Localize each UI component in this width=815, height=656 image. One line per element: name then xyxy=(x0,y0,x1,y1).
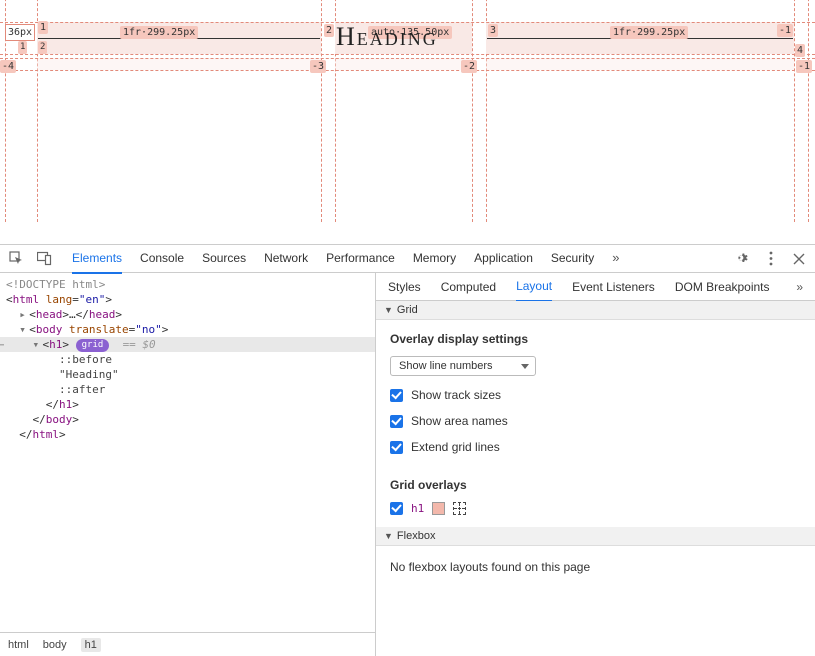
grid-settings-icon[interactable] xyxy=(453,502,466,515)
grid-col-line xyxy=(321,0,322,222)
track-label: 1fr·299.25px xyxy=(610,26,688,39)
line-num: 3 xyxy=(488,24,498,37)
flexbox-empty-msg: No flexbox layouts found on this page xyxy=(376,546,815,588)
side-tabs: Styles Computed Layout Event Listeners D… xyxy=(376,273,815,301)
side-tab-styles[interactable]: Styles xyxy=(388,273,421,301)
devtools: Elements Console Sources Network Perform… xyxy=(0,244,815,656)
side-pane: Styles Computed Layout Event Listeners D… xyxy=(376,273,815,656)
line-num: -1 xyxy=(777,24,793,37)
section-flexbox-header[interactable]: ▼ Flexbox xyxy=(376,527,815,546)
line-num: 1 xyxy=(38,21,48,34)
grid-col-highlight xyxy=(37,58,321,70)
section-grid-body: Overlay display settings Show line numbe… xyxy=(376,320,815,527)
track-size-box: 36px xyxy=(5,24,35,41)
devtools-toolbar: Elements Console Sources Network Perform… xyxy=(0,245,815,273)
check-show-track-sizes[interactable]: Show track sizes xyxy=(390,388,801,402)
line-num: 2 xyxy=(38,41,47,54)
tab-memory[interactable]: Memory xyxy=(413,244,456,273)
devtools-tabs: Elements Console Sources Network Perform… xyxy=(60,244,727,273)
tab-network[interactable]: Network xyxy=(264,244,308,273)
check-show-area-names[interactable]: Show area names xyxy=(390,414,801,428)
grid-col-line xyxy=(794,0,795,222)
tab-sources[interactable]: Sources xyxy=(202,244,246,273)
line-num: -4 xyxy=(0,60,16,73)
grid-badge[interactable]: grid xyxy=(76,339,110,352)
grid-row-line xyxy=(0,58,815,59)
check-extend-grid-lines[interactable]: Extend grid lines xyxy=(390,440,801,454)
breadcrumb-item[interactable]: h1 xyxy=(81,638,101,652)
tab-application[interactable]: Application xyxy=(474,244,533,273)
page-heading: Heading xyxy=(336,22,438,52)
tab-elements[interactable]: Elements xyxy=(72,244,122,274)
side-tabs-overflow-icon[interactable]: » xyxy=(796,273,803,301)
checkbox-checked-icon xyxy=(390,441,403,454)
gear-icon[interactable] xyxy=(731,247,755,271)
line-num: -1 xyxy=(796,60,812,73)
line-num: 1 xyxy=(18,41,27,54)
devtools-body: <!DOCTYPE html> <html lang="en"> ▸<head>… xyxy=(0,273,815,656)
dom-pane: <!DOCTYPE html> <html lang="en"> ▸<head>… xyxy=(0,273,376,656)
line-num: 4 xyxy=(795,44,805,57)
line-num: -3 xyxy=(310,60,326,73)
dom-doctype: <!DOCTYPE html> xyxy=(6,278,105,291)
grid-col-highlight xyxy=(486,58,794,70)
page-preview: 36px 1fr·299.25px auto·135.50px 1fr·299.… xyxy=(0,0,815,244)
close-icon[interactable] xyxy=(787,247,811,271)
breadcrumb-item[interactable]: html xyxy=(8,639,29,651)
line-num: 2 xyxy=(324,24,334,37)
checkbox-checked-icon xyxy=(390,502,403,515)
dom-tree[interactable]: <!DOCTYPE html> <html lang="en"> ▸<head>… xyxy=(0,273,375,632)
line-num: -2 xyxy=(461,60,477,73)
tab-performance[interactable]: Performance xyxy=(326,244,395,273)
side-tab-event-listeners[interactable]: Event Listeners xyxy=(572,273,655,301)
inspect-icon[interactable] xyxy=(4,247,28,271)
breadcrumb: html body h1 xyxy=(0,632,375,656)
breadcrumb-item[interactable]: body xyxy=(43,639,67,651)
checkbox-checked-icon xyxy=(390,389,403,402)
grid-row-line xyxy=(0,70,815,71)
tabs-overflow-icon[interactable]: » xyxy=(612,244,619,273)
chevron-down-icon: ▼ xyxy=(384,531,393,541)
grid-col-line xyxy=(472,0,473,222)
side-tab-computed[interactable]: Computed xyxy=(441,273,496,301)
line-numbers-select[interactable]: Show line numbers xyxy=(390,356,536,376)
grid-overlay-item[interactable]: h1 xyxy=(390,502,801,515)
side-tab-layout[interactable]: Layout xyxy=(516,273,552,302)
side-tab-dom-breakpoints[interactable]: DOM Breakpoints xyxy=(675,273,770,301)
grid-col-highlight xyxy=(335,58,472,70)
tab-console[interactable]: Console xyxy=(140,244,184,273)
grid-overlays-title: Grid overlays xyxy=(390,478,801,492)
kebab-icon[interactable] xyxy=(759,247,783,271)
chevron-down-icon: ▼ xyxy=(384,305,393,315)
overlay-settings-title: Overlay display settings xyxy=(390,332,801,346)
color-swatch[interactable] xyxy=(432,502,445,515)
grid-row-line xyxy=(0,54,815,55)
section-grid-header[interactable]: ▼ Grid xyxy=(376,301,815,320)
checkbox-checked-icon xyxy=(390,415,403,428)
device-toggle-icon[interactable] xyxy=(32,247,56,271)
tab-security[interactable]: Security xyxy=(551,244,594,273)
grid-col-line xyxy=(808,0,809,222)
dom-selected-h1[interactable]: ⋯ ▾<h1> grid == $0 xyxy=(0,337,375,352)
track-label: 1fr·299.25px xyxy=(120,26,198,39)
